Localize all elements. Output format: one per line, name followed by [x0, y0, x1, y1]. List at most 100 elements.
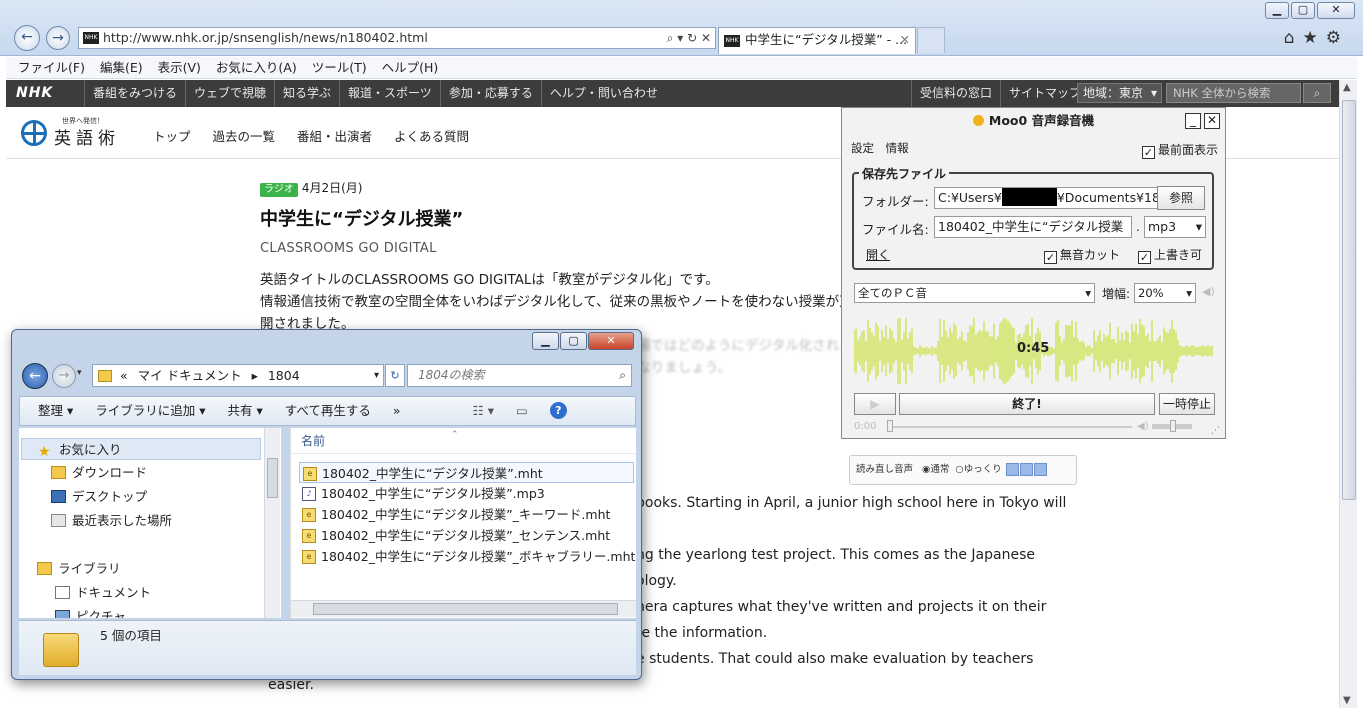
minimize-button[interactable]: _: [1185, 113, 1201, 129]
preview-pane-icon[interactable]: ▭: [516, 397, 528, 425]
back-button[interactable]: ←: [22, 363, 48, 389]
nhk-nav-item[interactable]: 報道・スポーツ: [339, 80, 440, 107]
site-nav-top[interactable]: トップ: [153, 126, 191, 145]
breadcrumb-1804[interactable]: 1804: [268, 368, 300, 383]
chevron-down-icon[interactable]: ▾: [374, 365, 379, 386]
scroll-thumb[interactable]: [1342, 100, 1356, 500]
nhk-nav-item[interactable]: ウェブで視聴: [185, 80, 274, 107]
nav-libraries[interactable]: ライブラリ: [19, 558, 121, 580]
address-tools[interactable]: ⌕ ▾ ↻ ✕: [667, 28, 711, 48]
file-row[interactable]: e 180402_中学生に“デジタル授業”_ボキャブラリー.mht: [299, 546, 635, 567]
new-tab-button[interactable]: [917, 27, 945, 53]
nav-pictures[interactable]: ピクチャ: [19, 606, 126, 618]
file-row[interactable]: e 180402_中学生に“デジタル授業”.mht: [299, 462, 634, 483]
breadcrumb-my-documents[interactable]: マイ ドキュメント: [138, 368, 242, 383]
site-nav-archive[interactable]: 過去の一覧: [213, 126, 276, 145]
position-slider[interactable]: [887, 426, 1132, 428]
overwrite-checkbox[interactable]: ✓ 上書き可: [1138, 246, 1202, 264]
page-scrollbar[interactable]: ▲ ▼: [1339, 80, 1357, 708]
site-nav-program[interactable]: 番組・出演者: [297, 126, 372, 145]
history-chevron-icon[interactable]: ▾: [77, 368, 82, 378]
search-icon[interactable]: ⌕: [667, 31, 674, 45]
resize-grip-icon[interactable]: ⋰: [1211, 426, 1220, 436]
source-select[interactable]: 全てのＰＣ音 ▾: [854, 283, 1095, 303]
search-icon[interactable]: ⌕: [1303, 83, 1331, 103]
close-button[interactable]: ✕: [1204, 113, 1220, 129]
stop-icon[interactable]: [1019, 463, 1033, 476]
menu-view[interactable]: 表示(V): [158, 57, 201, 78]
file-row[interactable]: ♪ 180402_中学生に“デジタル授業”.mp3: [299, 483, 545, 504]
breadcrumb-overflow[interactable]: «: [120, 368, 128, 383]
nav-documents[interactable]: ドキュメント: [19, 582, 151, 604]
nav-recent[interactable]: 最近表示した場所: [19, 510, 172, 532]
refresh-icon[interactable]: ↻: [687, 31, 697, 45]
nhk-nav-item[interactable]: 番組をみつける: [84, 80, 185, 107]
menu-settings[interactable]: 設定: [851, 141, 874, 155]
explorer-search-input[interactable]: 1804の検索 ⌕: [407, 364, 632, 387]
volume-icon[interactable]: [1033, 463, 1047, 476]
file-row[interactable]: e 180402_中学生に“デジタル授業”_キーワード.mht: [299, 504, 610, 525]
address-bar[interactable]: NHK http://www.nhk.or.jp/snsenglish/news…: [78, 27, 716, 49]
horizontal-scrollbar[interactable]: [291, 600, 636, 617]
share-button[interactable]: 共有 ▾: [228, 397, 263, 425]
browser-tab[interactable]: NHK 中学生に“デジタル授業” - ... ✕: [718, 27, 916, 54]
speaker-icon[interactable]: ◀): [1202, 285, 1215, 298]
nhk-right-nav-item[interactable]: サイトマップ: [1000, 80, 1089, 107]
maximize-button[interactable]: ▢: [560, 332, 587, 350]
minimize-button[interactable]: ▁: [532, 332, 559, 350]
nav-downloads[interactable]: ダウンロード: [19, 462, 147, 484]
radio-normal[interactable]: ◉通常: [922, 464, 949, 475]
tab-close-icon[interactable]: ✕: [900, 28, 910, 52]
forward-button[interactable]: →: [46, 26, 70, 50]
silence-cut-checkbox[interactable]: ✓ 無音カット: [1044, 246, 1120, 264]
ext-select[interactable]: mp3 ▾: [1144, 216, 1206, 238]
menu-edit[interactable]: 編集(E): [100, 57, 143, 78]
horizontal-scroll-thumb[interactable]: [313, 603, 618, 615]
radio-slow[interactable]: ○ゆっくり: [955, 464, 1001, 475]
nav-scroll-thumb[interactable]: [267, 458, 278, 498]
position-thumb[interactable]: [887, 420, 893, 432]
nhk-nav-item[interactable]: 参加・応募する: [439, 80, 541, 107]
column-header-name[interactable]: 名前 ⌃: [291, 428, 636, 454]
topmost-checkbox[interactable]: ✓ 最前面表示: [1142, 141, 1218, 159]
close-button[interactable]: ✕: [1317, 2, 1355, 19]
scroll-up-icon[interactable]: ▲: [1343, 82, 1351, 93]
menu-file[interactable]: ファイル(F): [18, 57, 85, 78]
nhk-nav-item[interactable]: 知る学ぶ: [274, 80, 339, 107]
minimize-button[interactable]: ▁: [1265, 2, 1289, 19]
nhk-search-input[interactable]: NHK 全体から検索: [1166, 83, 1301, 103]
add-to-library-button[interactable]: ライブラリに追加 ▾: [95, 397, 205, 425]
gain-select[interactable]: 20% ▾: [1134, 283, 1196, 303]
maximize-button[interactable]: ▢: [1291, 2, 1315, 19]
site-logo[interactable]: 英語術: [54, 124, 120, 149]
menu-help[interactable]: ヘルプ(H): [382, 57, 439, 78]
open-link[interactable]: 開く: [866, 246, 890, 263]
pause-button[interactable]: 一時停止: [1159, 393, 1215, 415]
file-row[interactable]: e 180402_中学生に“デジタル授業”_センテンス.mht: [299, 525, 610, 546]
organize-button[interactable]: 整理 ▾: [38, 397, 73, 425]
nav-desktop[interactable]: デスクトップ: [19, 486, 147, 508]
play-icon[interactable]: ▶: [854, 393, 896, 415]
help-icon[interactable]: ?: [549, 402, 567, 419]
view-options-icon[interactable]: ☷ ▾: [473, 397, 494, 425]
scroll-down-icon[interactable]: ▼: [1343, 695, 1351, 706]
favorites-star-icon[interactable]: ★: [1303, 28, 1326, 48]
nav-favorites[interactable]: ★ お気に入り: [21, 438, 261, 460]
site-nav-faq[interactable]: よくある質問: [394, 126, 469, 145]
explorer-address-bar[interactable]: « マイ ドキュメント ▸ 1804 ▾: [92, 364, 384, 387]
search-icon[interactable]: ⌕: [619, 365, 626, 386]
home-icon[interactable]: ⌂: [1284, 28, 1303, 48]
forward-button[interactable]: →: [52, 364, 76, 388]
filename-field[interactable]: 180402_中学生に“デジタル授業: [934, 216, 1132, 238]
nav-scrollbar[interactable]: [264, 428, 280, 618]
pause-icon[interactable]: [1005, 463, 1019, 476]
back-button[interactable]: ←: [14, 25, 40, 51]
stop-button[interactable]: 終了!: [899, 393, 1155, 415]
region-select[interactable]: 地域：東京 ▾: [1077, 83, 1162, 103]
close-button[interactable]: ✕: [588, 332, 634, 350]
globe-logo-icon[interactable]: [21, 120, 47, 146]
refresh-icon[interactable]: ↻: [385, 364, 405, 387]
nhk-logo[interactable]: NHK: [16, 80, 53, 107]
settings-gear-icon[interactable]: ⚙: [1326, 28, 1349, 48]
more-button[interactable]: »: [393, 397, 401, 425]
